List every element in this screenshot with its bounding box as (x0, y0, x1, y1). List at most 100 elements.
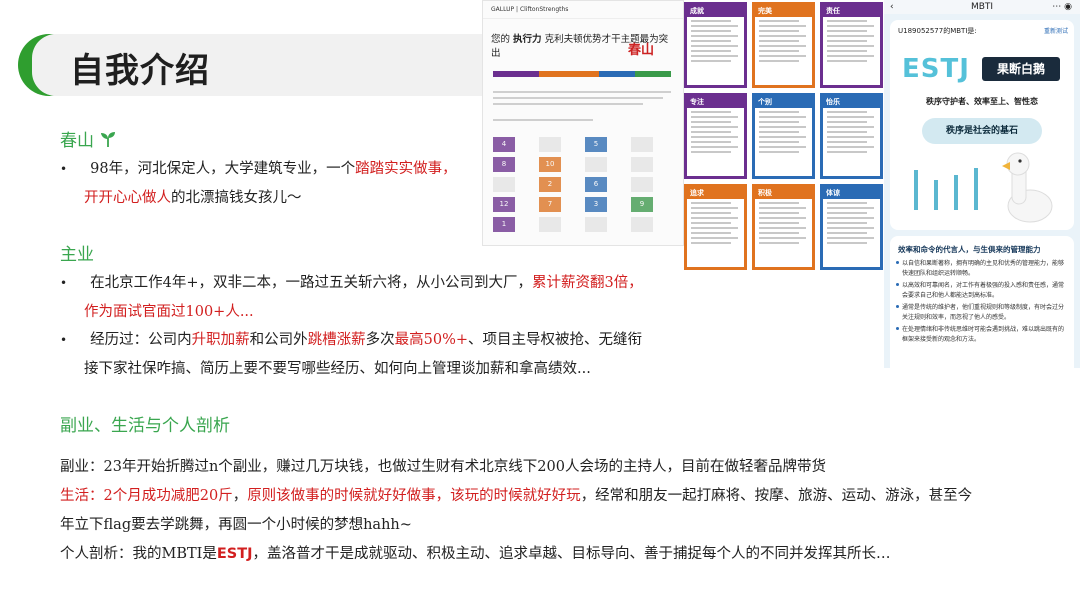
text-run: 个人剖析：我的MBTI是 (60, 546, 217, 562)
text-line (827, 151, 867, 153)
phone-nav-bar: ‹ MBTI ⋯ ◉ (884, 0, 1080, 14)
gallup-theme-label: 完美 (755, 5, 812, 17)
back-icon: ‹ (890, 2, 894, 12)
sprout-icon (101, 132, 116, 147)
side-business-line: 副业：23年开始折腾过n个副业，赚过几万块钱，也做过生财有术北京线下200人会场… (60, 459, 826, 475)
text-line (759, 232, 799, 234)
text-run: 多次 (365, 332, 395, 348)
text-run: 您的 (491, 34, 511, 45)
text-line (827, 55, 874, 57)
text-line (691, 212, 731, 214)
text-line (759, 55, 806, 57)
text-line (827, 141, 867, 143)
text-line (691, 30, 731, 32)
gallup-theme-label: 追求 (687, 187, 744, 199)
gallup-theme-label: 怡乐 (823, 96, 880, 108)
text-line (827, 227, 874, 229)
trait-bar (974, 168, 978, 210)
text-line (691, 35, 738, 37)
mbti-type: ESTJ (902, 54, 970, 84)
text-line (759, 20, 799, 22)
text-line (827, 116, 874, 118)
highlight-text: 最高50%+ (394, 332, 469, 348)
strength-rank-cell: 5 (585, 137, 607, 152)
text-run: 接下家社保咋搞、简历上要不要写哪些经历、如何向上管理谈加薪和拿高绩效... (84, 361, 591, 377)
text-line (827, 136, 874, 138)
bullet-dot: • (60, 162, 68, 176)
highlight-text: 跳槽涨薪 (307, 332, 366, 348)
highlight-text: 2个月成功减肥20斤 (103, 488, 233, 504)
text-line (827, 131, 867, 133)
text-line (759, 227, 806, 229)
text-line (691, 40, 731, 42)
text-line (827, 40, 867, 42)
text-line (827, 202, 867, 204)
text-run: 在北京工作4年+，双非二本，一路过五关斩六将，从小公司到大厂， (90, 275, 532, 291)
gallup-theme-label: 责任 (823, 5, 880, 17)
grid-cell (631, 137, 653, 152)
text-line (691, 111, 731, 113)
gallup-theme-label: 体谅 (823, 187, 880, 199)
text-line (827, 121, 867, 123)
grid-cell (585, 217, 607, 232)
highlight-text: 开开心心做人 (84, 190, 171, 206)
text-line (827, 242, 867, 244)
text-line (827, 232, 867, 234)
text-line (493, 91, 671, 93)
text-line (691, 237, 738, 239)
grid-cell (631, 177, 653, 192)
phone-nav-title: MBTI (970, 2, 994, 12)
mbti-description-item: 在处理情绪和非传统思维时可能会遇到挑战，难以跳出既有的框架来接受新的观念和方法。 (890, 323, 1074, 345)
strength-rank-cell: 10 (539, 157, 561, 172)
gallup-report-image: GALLUP | CliftonStrengths 您的 执行力 克利夫顿优势才… (482, 0, 684, 246)
gallup-theme-card: 体谅 (820, 184, 883, 270)
strength-rank-cell: 4 (493, 137, 515, 152)
grid-cell (585, 157, 607, 172)
text-line (759, 50, 799, 52)
text-line (827, 146, 874, 148)
gallup-theme-card: 追求 (684, 184, 747, 270)
text-line (691, 50, 731, 52)
gallup-theme-card: 积极 (752, 184, 815, 270)
mbti-description-item: 以自信和果断著称，拥有明确的主见和优秀的管理能力，能够快速团队和组织运转顺畅。 (890, 257, 1074, 279)
text-line (691, 202, 731, 204)
text-run: 执行力 (513, 34, 542, 45)
text-line (827, 30, 867, 32)
grid-cell (539, 217, 561, 232)
text-line (759, 217, 806, 219)
text-line (827, 237, 874, 239)
text-line (691, 227, 738, 229)
text-line (691, 55, 738, 57)
text-line (759, 141, 799, 143)
strength-rank-cell: 12 (493, 197, 515, 212)
text-line (827, 126, 874, 128)
text-line (759, 30, 799, 32)
highlight-text: 踏踏实实做事， (355, 161, 457, 177)
text-line (691, 242, 731, 244)
text-line (759, 116, 806, 118)
strength-rank-cell: 6 (585, 177, 607, 192)
text-line (827, 222, 867, 224)
text-line (691, 25, 738, 27)
section2-bullet-1: • 在北京工作4年+，双非二本，一路过五关斩六将，从小公司到大厂，累计薪资翻3倍… (60, 269, 700, 327)
text-line (827, 207, 874, 209)
strength-rank-cell: 9 (631, 197, 653, 212)
section1-heading-text: 春山 (60, 131, 94, 151)
gallup-theme-label: 个别 (755, 96, 812, 108)
text-run: 和公司外 (249, 332, 308, 348)
trait-bar (914, 170, 918, 210)
text-line (691, 126, 738, 128)
text-run: 的北漂搞钱女孩儿～ (171, 190, 302, 206)
text-line (759, 136, 806, 138)
text-run: 98年，河北保定人，大学建筑专业，一个 (90, 161, 356, 177)
section1-bullet: • 98年，河北保定人，大学建筑专业，一个踏踏实实做事， 开开心心做人的北漂搞钱… (60, 155, 490, 213)
text-line (691, 116, 738, 118)
text-line (691, 207, 738, 209)
mbti-user-label: U189052577的MBTI是: (898, 27, 977, 35)
mbti-description-item: 通常是传统的维护者，他们重视规则和等级制度，有时会过分关注规则和效率，而忽视了他… (890, 301, 1074, 323)
grid-cell (539, 137, 561, 152)
mbti-description-item: 以高效和可靠闻名，对工作有着极强的投入感和责任感，通常会要求自己和他人都能达到高… (890, 279, 1074, 301)
text-line (759, 60, 799, 62)
text-line (691, 121, 731, 123)
text-line (827, 25, 874, 27)
